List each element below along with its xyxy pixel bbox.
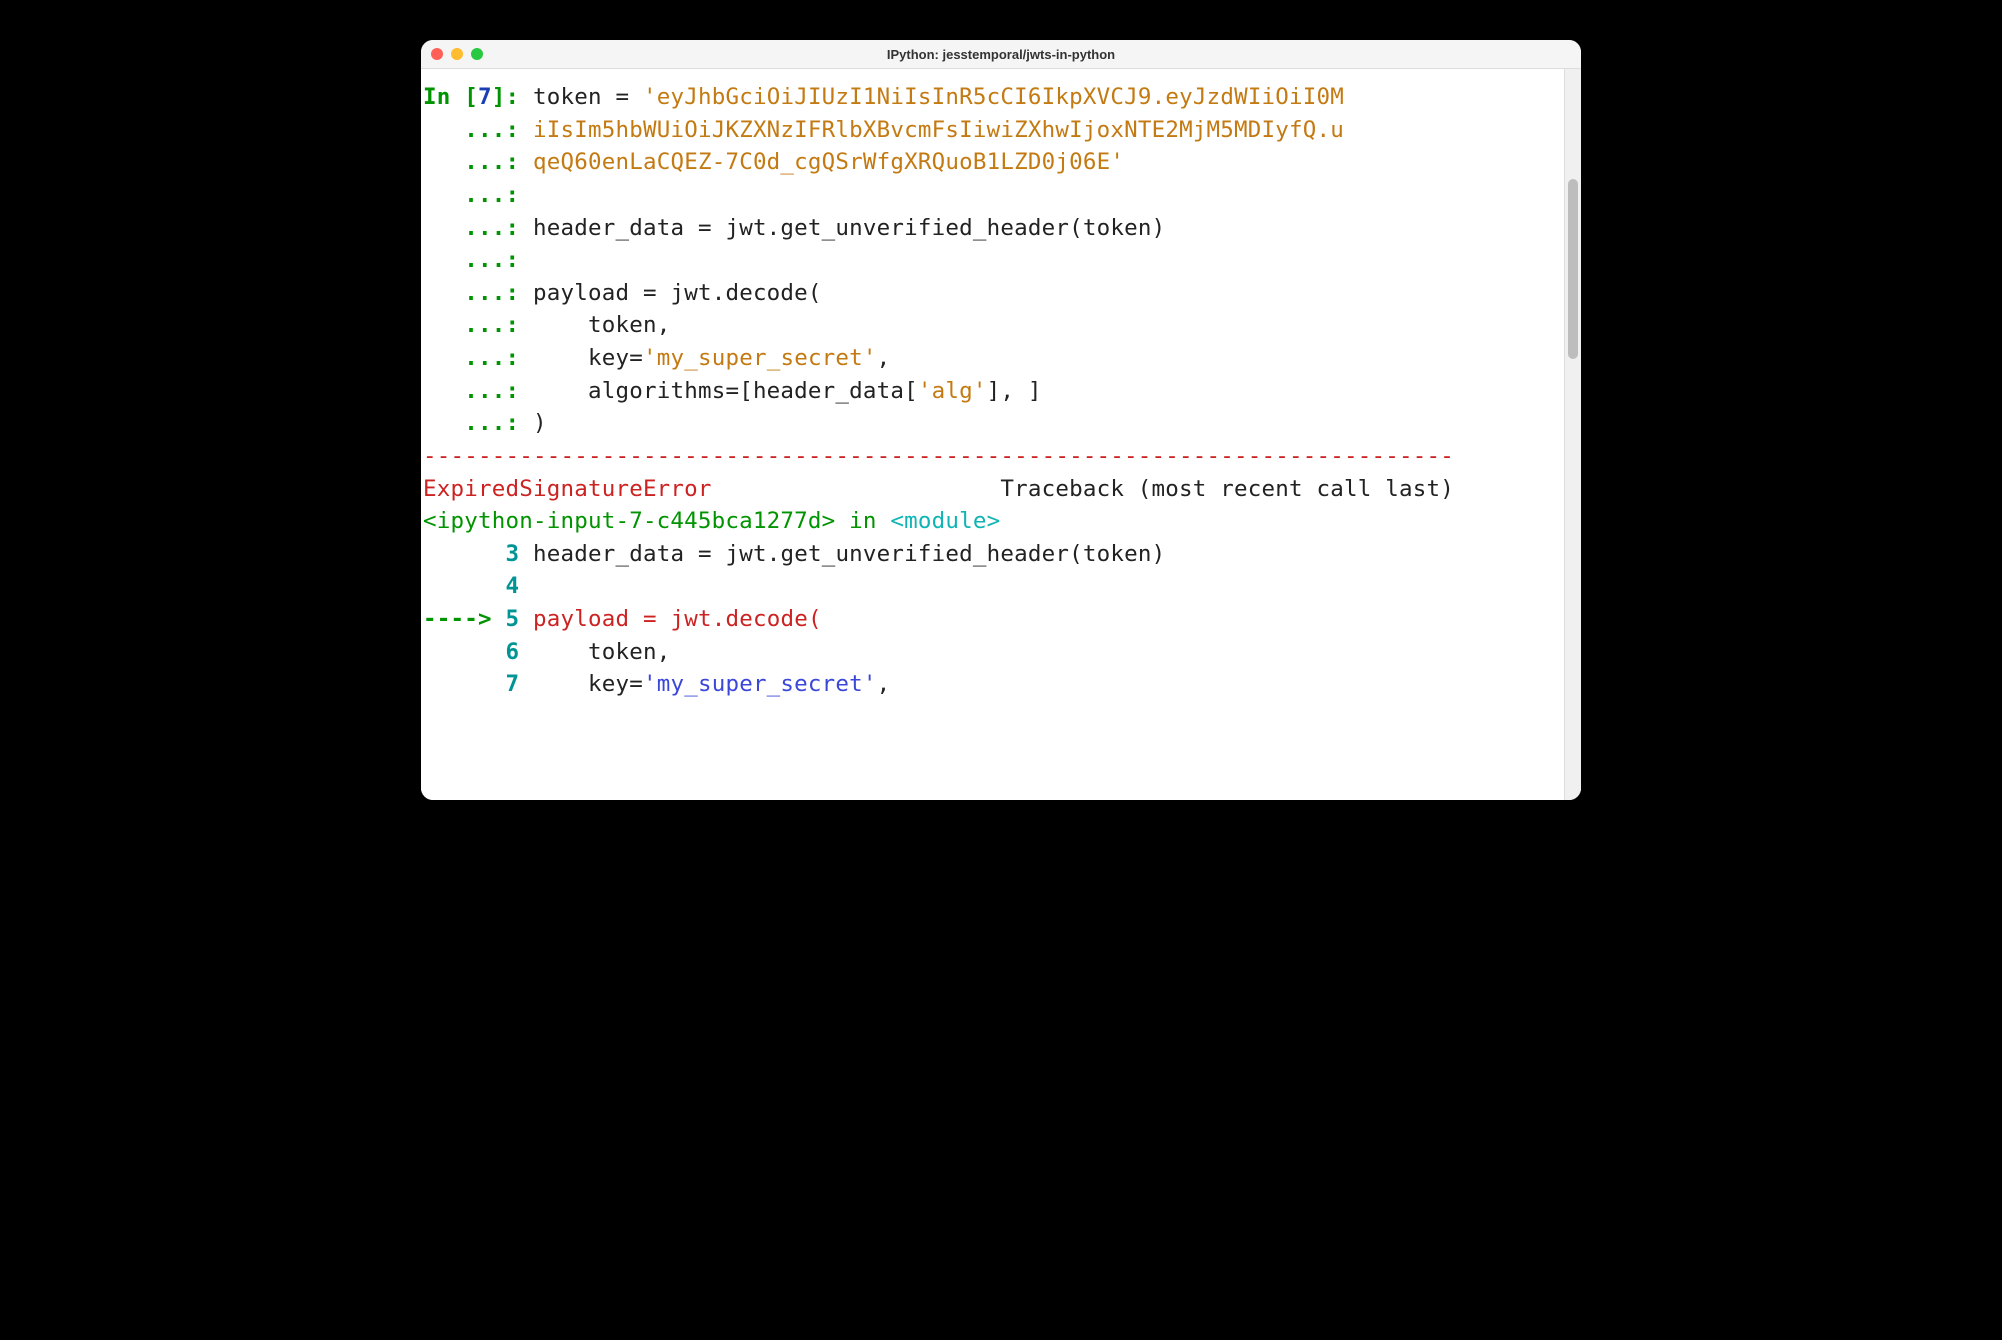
stage: IPython: jesstemporal/jwts-in-python In …: [0, 0, 2002, 1340]
code-key-b: 'my_super_secret': [643, 345, 877, 371]
prompt-in: In [: [423, 84, 478, 110]
code-token-str1: 'eyJhbGciOiJIUzI1NiIsInR5cCI6IkpXVCJ9.ey…: [643, 84, 1344, 110]
minimize-icon[interactable]: [451, 48, 463, 60]
module-ref: <module>: [890, 508, 1000, 534]
tb-3b: =: [698, 541, 712, 567]
code-token-str2: iIsIm5hbWUiOiJKZXNzIFRlbXBvcmFsIiwiZXhwI…: [533, 117, 1344, 143]
tb-3h: ): [1152, 541, 1166, 567]
code-token-assign: token =: [533, 84, 643, 110]
code-decode: payload = jwt.decode(: [533, 280, 822, 306]
code-token-str3: qeQ60enLaCQEZ-7C0d_cgQSrWfgXRQuoB1LZD0j0…: [533, 149, 1124, 175]
window-title: IPython: jesstemporal/jwts-in-python: [421, 47, 1581, 62]
maximize-icon[interactable]: [471, 48, 483, 60]
lineno-7: 7: [423, 671, 533, 697]
error-pad: [712, 476, 1001, 502]
ipython-ref: <ipython-input-7-c445bca1277d>: [423, 508, 835, 534]
prompt-number: 7: [478, 84, 492, 110]
tb-3a: header_data: [533, 541, 698, 567]
lineno-5: 5: [505, 606, 533, 632]
prompt-cont: ...:: [464, 149, 519, 175]
code-alg-c: ], ]: [987, 378, 1042, 404]
tb-3c: jwt: [712, 541, 767, 567]
traceback-label: Traceback (most recent call last): [1000, 476, 1454, 502]
tb-7d: ,: [877, 671, 891, 697]
titlebar[interactable]: IPython: jesstemporal/jwts-in-python: [421, 40, 1581, 69]
tb-7c: 'my_super_secret': [643, 671, 877, 697]
prompt-cont: ...:: [464, 247, 519, 273]
code-token-arg: token,: [533, 312, 670, 338]
traceback-divider: ----------------------------------------…: [423, 443, 1454, 469]
prompt-cont: ...:: [464, 410, 519, 436]
code-alg-a: algorithms=[header_data[: [533, 378, 918, 404]
code-header: header_data = jwt.get_unverified_header(…: [533, 215, 1165, 241]
code-close: ): [533, 410, 547, 436]
tb-7b: =: [629, 671, 643, 697]
lineno-4: 4: [423, 573, 533, 599]
terminal-window: IPython: jesstemporal/jwts-in-python In …: [421, 40, 1581, 800]
tb-3f: (: [1069, 541, 1083, 567]
tb-5f: (: [808, 606, 822, 632]
code-key-a: key=: [533, 345, 643, 371]
tb-3d: .: [767, 541, 781, 567]
in-keyword: in: [835, 508, 890, 534]
tb-3e: get_unverified_header: [780, 541, 1069, 567]
close-icon[interactable]: [431, 48, 443, 60]
code-key-c: ,: [877, 345, 891, 371]
tb-5d: .: [712, 606, 726, 632]
prompt-cont: ...:: [464, 312, 519, 338]
prompt-cont: ...:: [464, 117, 519, 143]
tb-6b: ,: [657, 639, 671, 665]
terminal-content-wrap: In [7]: token = 'eyJhbGciOiJIUzI1NiIsInR…: [421, 69, 1581, 800]
tb-5c: jwt: [657, 606, 712, 632]
scrollbar[interactable]: [1564, 69, 1581, 800]
tb-5a: payload: [533, 606, 643, 632]
terminal-output[interactable]: In [7]: token = 'eyJhbGciOiJIUzI1NiIsInR…: [421, 69, 1581, 800]
prompt-cont: ...:: [464, 378, 519, 404]
prompt-cont: ...:: [464, 345, 519, 371]
prompt-close: ]:: [492, 84, 520, 110]
lineno-6: 6: [423, 639, 533, 665]
tb-3g: token: [1083, 541, 1152, 567]
arrow-icon: ---->: [423, 606, 505, 632]
prompt-cont: ...:: [464, 182, 519, 208]
tb-5b: =: [643, 606, 657, 632]
prompt-cont: ...:: [464, 215, 519, 241]
error-name: ExpiredSignatureError: [423, 476, 712, 502]
scroll-thumb[interactable]: [1568, 179, 1578, 359]
tb-6a: token: [533, 639, 657, 665]
lineno-3: 3: [423, 541, 533, 567]
code-alg-b: 'alg': [918, 378, 987, 404]
prompt-cont: ...:: [464, 280, 519, 306]
tb-7a: key: [533, 671, 629, 697]
traffic-lights: [431, 48, 483, 60]
tb-5e: decode: [725, 606, 807, 632]
